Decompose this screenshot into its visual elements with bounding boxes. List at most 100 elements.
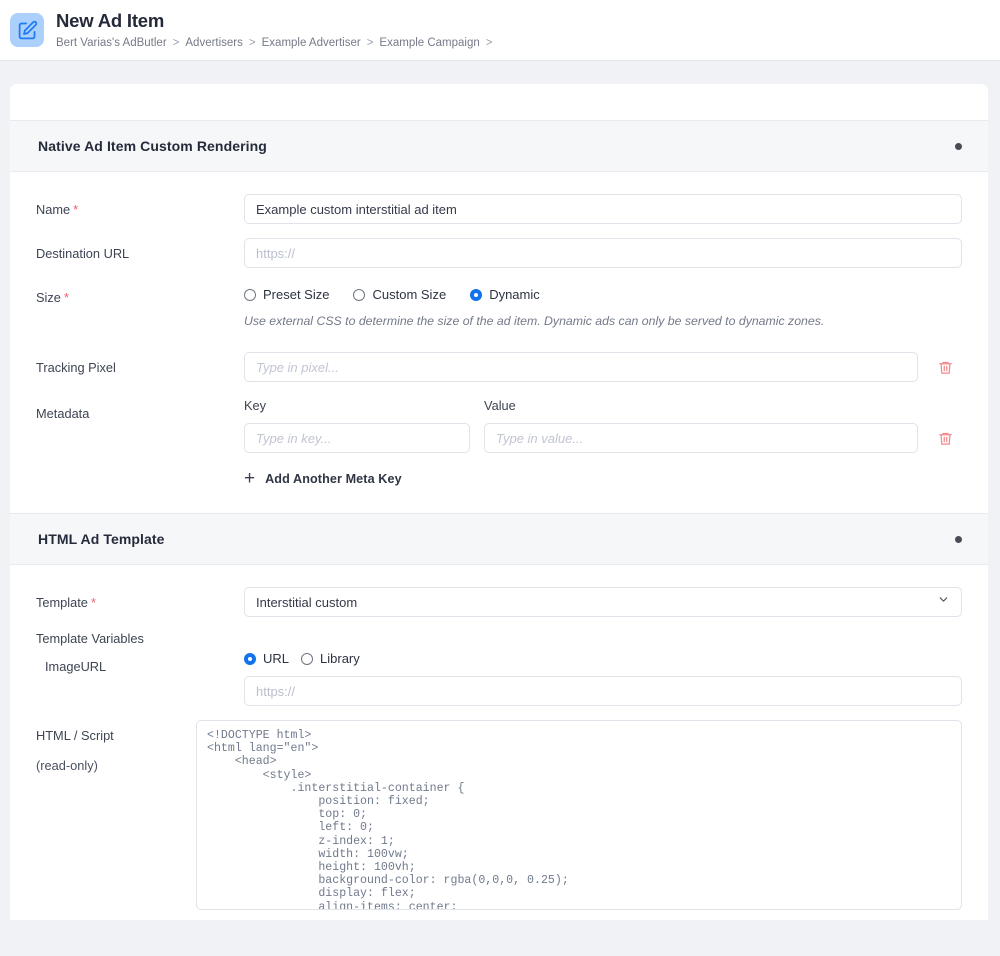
size-label-text: Size [36, 290, 61, 305]
breadcrumb-separator: > [366, 36, 374, 49]
metadata-key-input[interactable] [244, 423, 470, 453]
field-row-html-script: HTML / Script (read-only) <!DOCTYPE html… [36, 720, 962, 910]
image-url-option-label: URL [263, 651, 290, 666]
radio-icon-selected[interactable] [244, 652, 256, 665]
destination-url-control [244, 238, 962, 268]
metadata-delete-button[interactable] [928, 430, 962, 447]
collapse-dot-icon[interactable] [955, 535, 962, 543]
page-title: New Ad Item [56, 9, 165, 31]
template-select-wrapper [244, 587, 962, 617]
tracking-pixel-label: Tracking Pixel [36, 360, 116, 375]
metadata-control: Key Value Type in key... Type in value..… [244, 398, 962, 489]
destination-url-label: Destination URL [36, 246, 130, 261]
template-select[interactable] [244, 587, 962, 617]
breadcrumb: Bert Varias's AdButler > Advertisers > E… [56, 35, 499, 51]
breadcrumb-separator: > [248, 36, 256, 49]
radio-icon[interactable] [244, 288, 256, 301]
breadcrumb-item-1[interactable]: Advertisers [185, 35, 243, 51]
section-header-native-rendering[interactable]: Native Ad Item Custom Rendering [10, 120, 988, 172]
size-option-custom[interactable]: Custom Size [353, 287, 446, 302]
section-title: HTML Ad Template [38, 531, 165, 547]
html-script-control: <!DOCTYPE html> <html lang="en"> <head> … [196, 720, 962, 910]
field-row-template: Template * [36, 587, 962, 617]
metadata-key-header: Key [244, 398, 267, 413]
image-url-option-library[interactable]: Library [301, 651, 360, 666]
metadata-row [244, 423, 962, 453]
size-help-text: Use external CSS to determine the size o… [244, 314, 825, 328]
template-variables-label: Template Variables [36, 631, 144, 646]
edit-square-icon [10, 13, 44, 47]
size-option-label: Dynamic [489, 287, 540, 302]
template-label: Template * [36, 587, 244, 611]
required-marker: * [90, 595, 96, 610]
name-control [244, 194, 962, 224]
size-option-label: Preset Size [263, 287, 330, 302]
trash-icon [938, 361, 952, 374]
field-row-template-variables: Template Variables [36, 623, 962, 647]
breadcrumb-item-3[interactable]: Example Campaign [379, 35, 479, 51]
html-script-readonly-note: (read-only) [36, 758, 98, 773]
metadata-value-cell [484, 423, 918, 453]
metadata-label: Metadata [36, 406, 90, 421]
plus-icon: + [244, 468, 256, 489]
radio-icon[interactable] [301, 652, 314, 665]
page-header: New Ad Item Bert Varias's AdButler > Adv… [0, 0, 1000, 61]
field-row-destination-url: Destination URL [36, 238, 962, 268]
metadata-column-headers: Key Value [244, 398, 962, 423]
required-marker: * [63, 290, 69, 305]
html-script-label: HTML / Script [36, 728, 114, 743]
html-script-code[interactable]: <!DOCTYPE html> <html lang="en"> <head> … [196, 720, 962, 910]
metadata-value-header: Value [484, 398, 516, 413]
size-control: Preset Size Custom Size Dynamic Use exte… [244, 282, 962, 330]
tracking-pixel-input[interactable] [244, 352, 918, 382]
section-title: Native Ad Item Custom Rendering [38, 138, 267, 154]
destination-url-input[interactable] [244, 238, 962, 268]
image-url-option-label: Library [320, 651, 360, 666]
image-url-option-url[interactable]: URL [244, 651, 289, 666]
section-body-html-ad-template: Template* Template Variables [10, 565, 988, 920]
template-control [244, 587, 962, 617]
size-option-preset[interactable]: Preset Size [244, 287, 329, 302]
size-label: Size * [36, 282, 244, 306]
section-body-native-rendering: Name* Destination URL Size* [10, 172, 988, 513]
field-row-image-url: ImageURL URL Library [36, 651, 962, 706]
name-label-text: Name [36, 202, 71, 217]
trash-icon [938, 432, 952, 445]
breadcrumb-separator: > [172, 36, 180, 49]
breadcrumb-item-2[interactable]: Example Advertiser [262, 35, 361, 51]
section-header-html-ad-template[interactable]: HTML Ad Template [10, 513, 988, 565]
header-title-block: New Ad Item Bert Varias's AdButler > Adv… [56, 10, 499, 51]
name-input[interactable] [244, 194, 962, 224]
field-row-metadata: Metadata Key Value Type in key... Type i… [36, 398, 962, 489]
size-option-dynamic[interactable]: Dynamic [470, 287, 540, 302]
tracking-pixel-input-group [244, 352, 962, 382]
image-url-input[interactable] [244, 676, 962, 706]
metadata-key-cell [244, 423, 470, 453]
name-label: Name * [36, 194, 244, 218]
image-url-control: URL Library [244, 651, 962, 706]
form-card: Native Ad Item Custom Rendering Name* De… [10, 84, 988, 920]
add-another-meta-key-label: Add Another Meta Key [265, 471, 402, 486]
size-option-label: Custom Size [372, 287, 447, 302]
template-label-text: Template [36, 595, 88, 610]
add-another-meta-key-button[interactable]: + Add Another Meta Key [244, 469, 402, 488]
size-radio-group: Preset Size Custom Size Dynamic [244, 282, 962, 302]
field-row-name: Name * [36, 194, 962, 224]
html-script-label-block: HTML / Script (read-only) [36, 720, 196, 774]
tracking-pixel-delete-button[interactable] [928, 359, 962, 376]
field-row-size: Size * Preset Size Custom Size Dynamic U… [36, 282, 962, 330]
image-url-input-wrapper [244, 676, 962, 706]
field-row-tracking-pixel: Tracking Pixel [36, 352, 962, 382]
tracking-pixel-control [244, 352, 962, 382]
image-url-label: ImageURL [45, 659, 107, 674]
collapse-dot-icon[interactable] [955, 142, 962, 150]
radio-icon[interactable] [353, 288, 366, 301]
breadcrumb-item-0[interactable]: Bert Varias's AdButler [56, 35, 167, 51]
card-top-spacer [10, 84, 988, 120]
image-url-radio-group: URL Library [244, 651, 962, 666]
radio-icon-selected[interactable] [470, 288, 483, 301]
metadata-value-input[interactable] [484, 423, 918, 453]
required-marker: * [73, 202, 79, 217]
breadcrumb-separator: > [485, 36, 493, 49]
page-root: New Ad Item Bert Varias's AdButler > Adv… [0, 0, 1000, 956]
